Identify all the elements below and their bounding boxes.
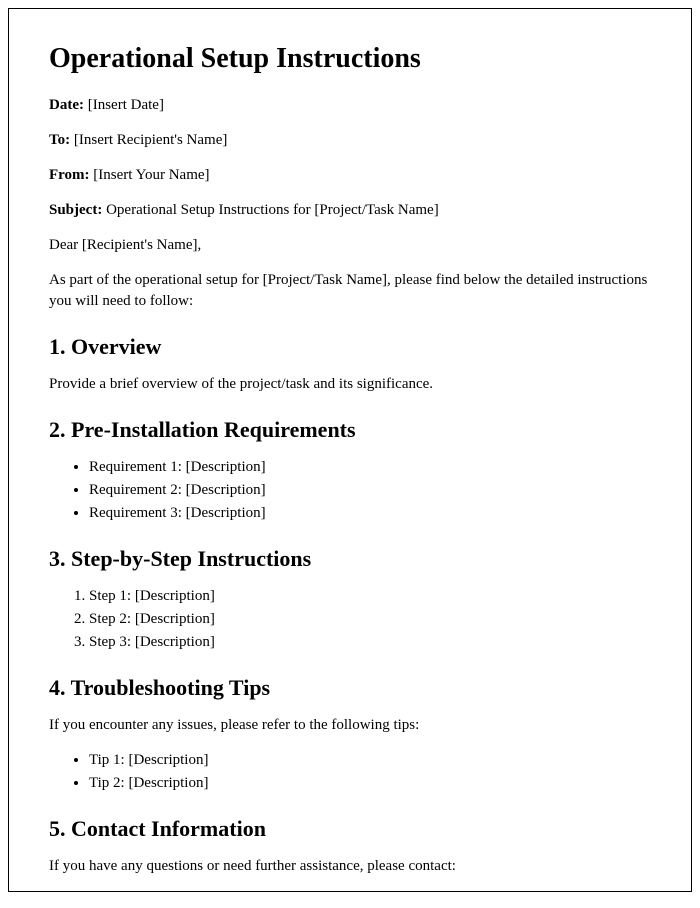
list-item: Tip 1: [Description] [89,750,651,771]
list-item: Step 3: [Description] [89,632,651,653]
preinstall-list: Requirement 1: [Description] Requirement… [89,457,651,524]
list-item: Tip 2: [Description] [89,773,651,794]
document-page: Operational Setup Instructions Date: [In… [8,8,692,892]
date-value: [Insert Date] [84,97,164,113]
subject-label: Subject: [49,202,102,218]
list-item: Requirement 2: [Description] [89,480,651,501]
troubleshooting-text: If you encounter any issues, please refe… [49,715,651,736]
from-value: [Insert Your Name] [90,167,210,183]
steps-list: Step 1: [Description] Step 2: [Descripti… [89,586,651,653]
overview-text: Provide a brief overview of the project/… [49,374,651,395]
troubleshooting-heading: 4. Troubleshooting Tips [49,675,651,701]
overview-heading: 1. Overview [49,334,651,360]
contact-text: If you have any questions or need furthe… [49,856,651,877]
to-label: To: [49,132,70,148]
list-item: Requirement 1: [Description] [89,457,651,478]
field-date: Date: [Insert Date] [49,95,651,116]
troubleshooting-list: Tip 1: [Description] Tip 2: [Description… [89,750,651,794]
field-subject: Subject: Operational Setup Instructions … [49,200,651,221]
intro-paragraph: As part of the operational setup for [Pr… [49,270,651,312]
page-title: Operational Setup Instructions [49,43,651,75]
field-from: From: [Insert Your Name] [49,165,651,186]
list-item: Step 2: [Description] [89,609,651,630]
to-value: [Insert Recipient's Name] [70,132,227,148]
preinstall-heading: 2. Pre-Installation Requirements [49,417,651,443]
from-label: From: [49,167,90,183]
field-to: To: [Insert Recipient's Name] [49,130,651,151]
list-item: Step 1: [Description] [89,586,651,607]
field-contact-name: Name: [Contact Name] [49,891,651,892]
list-item: Requirement 3: [Description] [89,503,651,524]
salutation: Dear [Recipient's Name], [49,235,651,256]
date-label: Date: [49,97,84,113]
subject-value: Operational Setup Instructions for [Proj… [102,202,438,218]
contact-heading: 5. Contact Information [49,816,651,842]
steps-heading: 3. Step-by-Step Instructions [49,546,651,572]
